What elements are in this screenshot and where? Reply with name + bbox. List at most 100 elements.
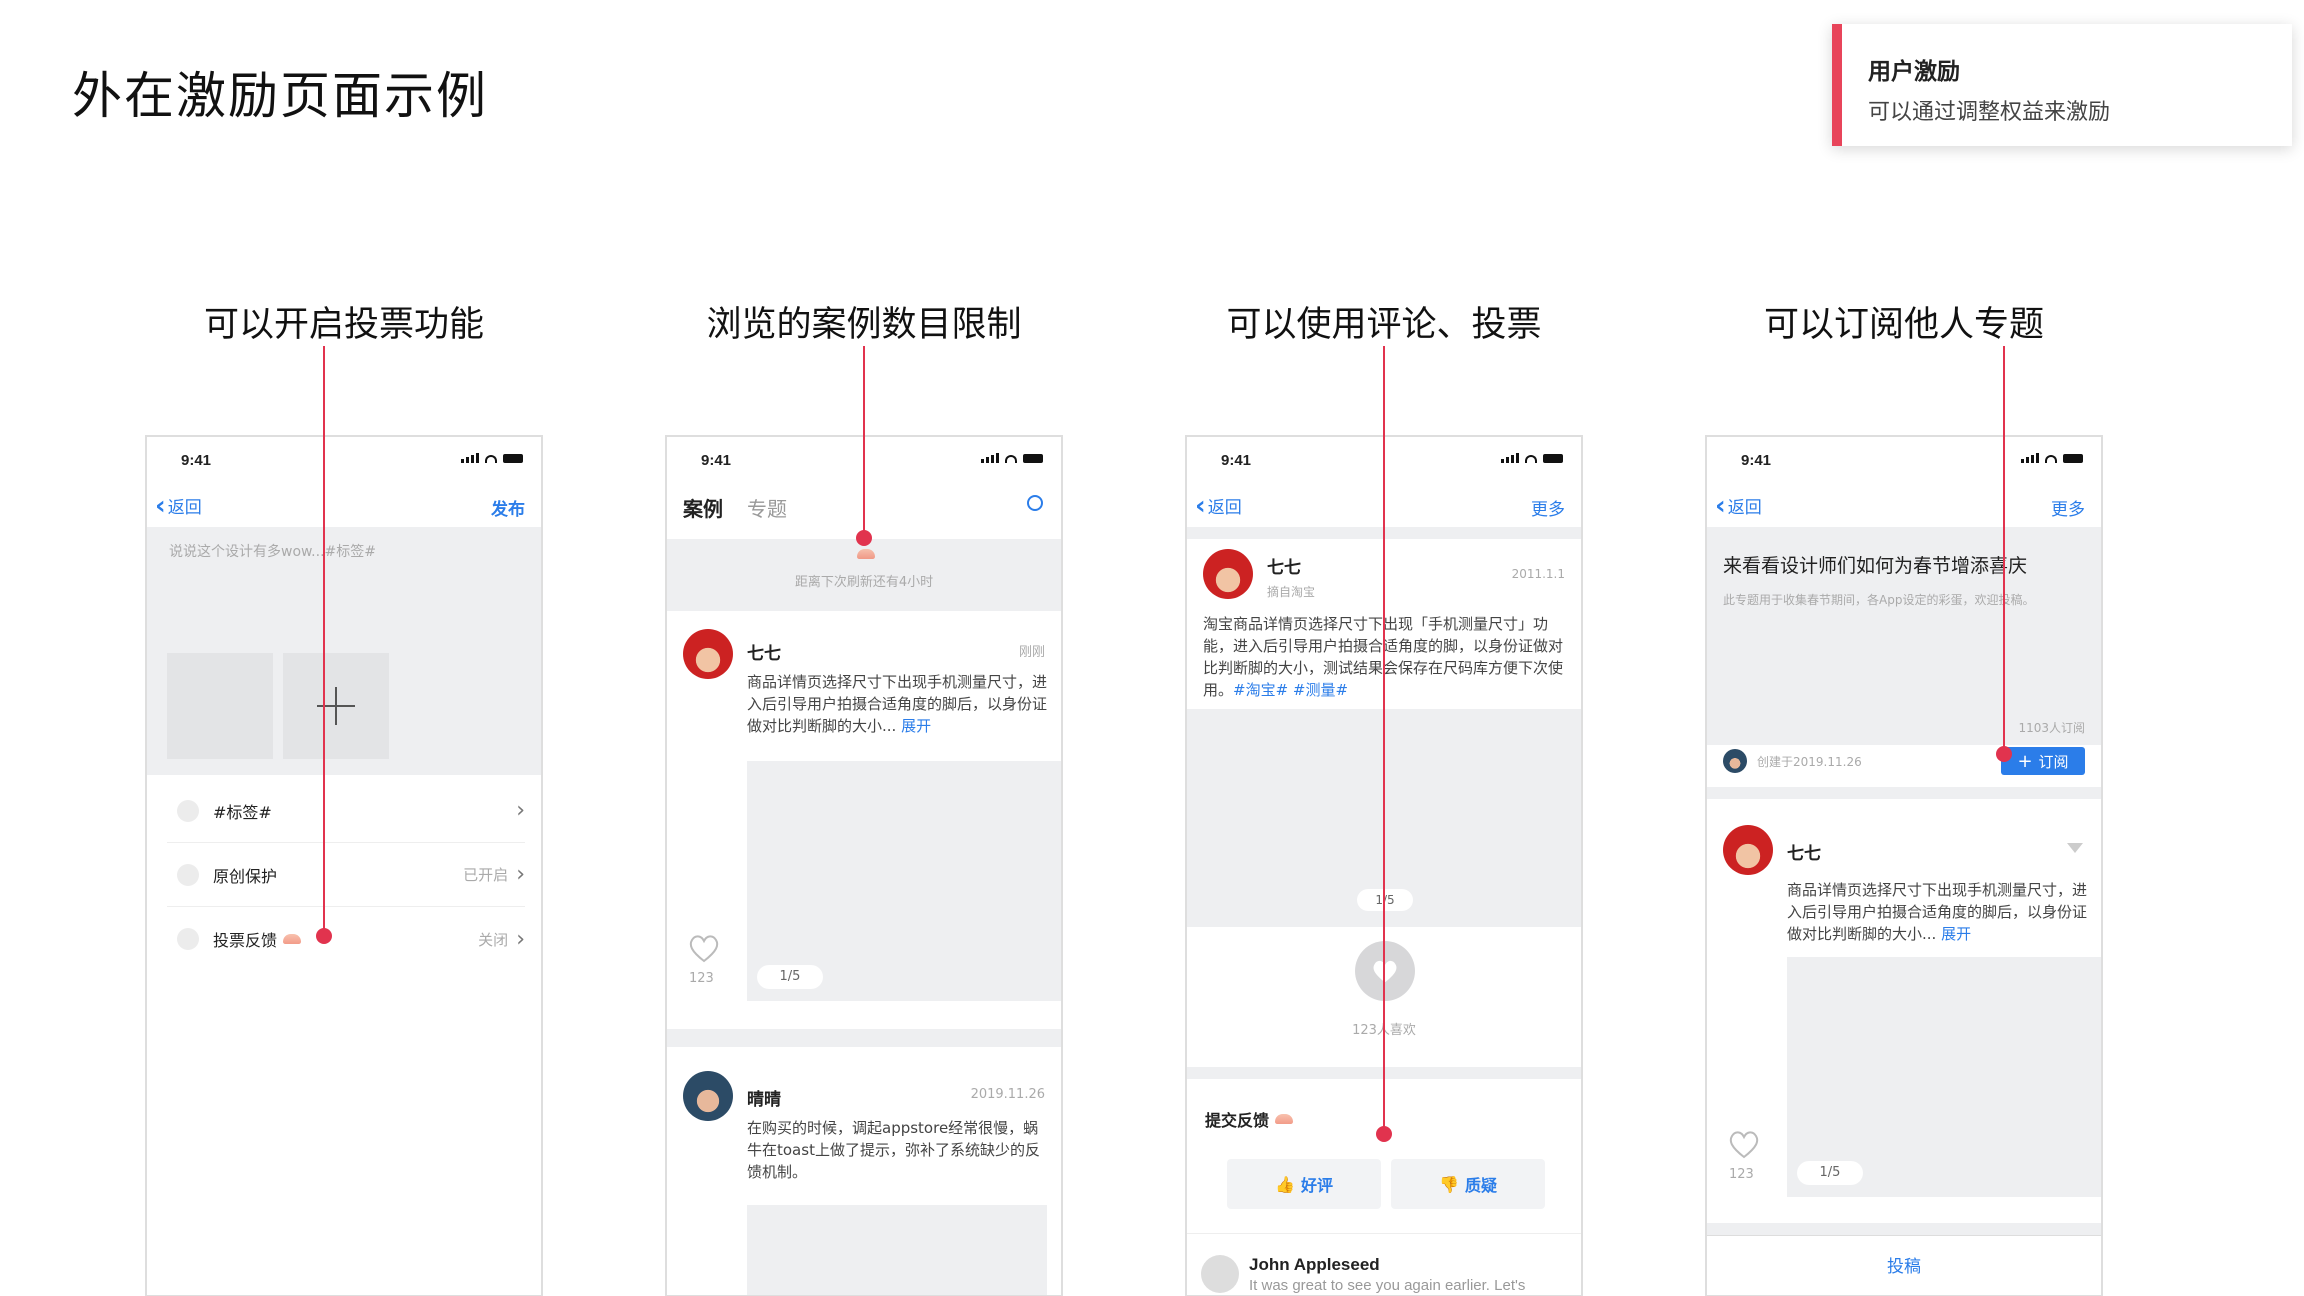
chevron-left-icon: ‹	[1195, 490, 1206, 521]
author-name[interactable]: 七七	[747, 639, 781, 664]
divider	[1707, 787, 2101, 799]
tab-topics[interactable]: 专题	[747, 493, 787, 522]
signal-icon	[2021, 453, 2083, 463]
shield-icon	[177, 863, 199, 886]
vote-icon	[177, 928, 199, 950]
avatar[interactable]	[1201, 1255, 1239, 1293]
setting-row-tag[interactable]: #标签# ›	[167, 779, 525, 843]
nav-bar: ‹ 返回 更多	[1707, 481, 2101, 525]
heart-icon[interactable]	[1727, 1129, 1761, 1159]
back-button[interactable]: ‹ 返回	[1715, 490, 1762, 521]
like-button[interactable]	[1355, 941, 1415, 1001]
refresh-banner: 距离下次刷新还有4小时	[667, 539, 1061, 611]
plus-icon: +	[2017, 750, 2033, 772]
more-button[interactable]: 更多	[1531, 495, 1565, 520]
post-time: 2019.11.26	[970, 1087, 1045, 1102]
flower-icon	[1275, 1114, 1294, 1124]
post-text: 商品详情页选择尺寸下出现手机测量尺寸，进入后引导用户拍摄合适角度的脚后，以身份证…	[1787, 881, 2088, 943]
annotation-line-4	[2003, 346, 2005, 754]
thumbs-down-icon: 👎	[1439, 1174, 1459, 1194]
post-text: 商品详情页选择尺寸下出现手机测量尺寸，进入后引导用户拍摄合适角度的脚后，以身份证…	[747, 673, 1048, 735]
compose-placeholder[interactable]: 说说这个设计有多wow...#标签#	[169, 541, 376, 561]
add-image-button[interactable]	[283, 653, 389, 759]
post-image[interactable]: 1/5	[1787, 957, 2101, 1197]
note-card: 用户激励 可以通过调整权益来激励	[1832, 24, 2292, 146]
heart-icon	[1373, 960, 1397, 983]
phone-publish: 9:41 ‹ 返回 发布 说说这个设计有多wow...#标签# #标签# › 原创…	[145, 435, 543, 1296]
publish-button[interactable]: 发布	[491, 495, 525, 520]
annotation-line-1	[323, 346, 325, 936]
feedback-title: 提交反馈	[1205, 1107, 1294, 1131]
image-pager: 1/5	[1357, 889, 1413, 911]
subscriber-count: 1103人订阅	[2018, 721, 2085, 735]
tab-cases[interactable]: 案例	[683, 493, 723, 522]
doubt-button[interactable]: 👎 质疑	[1391, 1159, 1545, 1209]
more-button[interactable]: 更多	[2051, 495, 2085, 520]
caption-1: 可以开启投票功能	[203, 305, 484, 345]
status-bar: 9:41	[147, 437, 541, 481]
chevron-right-icon: ›	[516, 862, 525, 887]
signal-icon	[1501, 453, 1563, 463]
setting-row-vote[interactable]: 投票反馈 关闭 ›	[167, 907, 525, 971]
status-bar: 9:41	[1707, 437, 2101, 481]
chevron-left-icon: ‹	[1715, 490, 1726, 521]
tag-icon	[177, 799, 199, 822]
annotation-dot-2	[856, 530, 872, 546]
note-subtitle: 可以通过调整权益来激励	[1868, 100, 2111, 125]
thumbs-up-icon: 👍	[1275, 1174, 1295, 1194]
source-text: 摘自淘宝	[1267, 585, 1316, 599]
chevron-left-icon: ‹	[155, 490, 166, 521]
post-time: 刚刚	[1018, 645, 1045, 660]
expand-link[interactable]: 展开	[901, 717, 931, 735]
post-image[interactable]	[747, 1205, 1047, 1295]
back-button[interactable]: ‹ 返回	[155, 490, 202, 521]
post-date: 2011.1.1	[1511, 567, 1565, 581]
like-count: 123	[1729, 1167, 1754, 1182]
search-icon[interactable]	[1027, 495, 1043, 511]
heart-icon[interactable]	[687, 933, 721, 963]
post-image[interactable]: 1/5	[747, 761, 1061, 1001]
author-name[interactable]: 七七	[1267, 553, 1301, 578]
avatar[interactable]	[1203, 549, 1253, 599]
avatar[interactable]	[683, 629, 733, 679]
chevron-right-icon: ›	[516, 926, 525, 952]
divider	[667, 1029, 1061, 1047]
flower-icon	[857, 549, 875, 559]
post-text: 淘宝商品详情页选择尺寸下出现「手机测量尺寸」功能，进入后引导用户拍摄合适角度的脚…	[1203, 615, 1564, 699]
annotation-dot-3	[1376, 1126, 1392, 1142]
setting-row-original[interactable]: 原创保护 已开启 ›	[167, 843, 525, 907]
annotation-dot-1	[316, 928, 332, 944]
nav-bar: ‹ 返回 发布	[147, 481, 541, 525]
annotation-dot-4	[1996, 746, 2012, 762]
avatar[interactable]	[683, 1071, 733, 1121]
image-thumb[interactable]	[167, 653, 273, 759]
author-name[interactable]: 七七	[1787, 839, 1821, 864]
caption-3: 可以使用评论、投票	[1226, 305, 1542, 345]
post-text: 在购买的时候，调起appstore经常很慢，蜗牛在toast上做了提示，弥补了系…	[747, 1119, 1040, 1181]
back-button[interactable]: ‹ 返回	[1195, 490, 1242, 521]
page-title: 外在激励页面示例	[72, 67, 488, 125]
avatar[interactable]	[1723, 825, 1773, 875]
note-title: 用户激励	[1868, 59, 1960, 85]
topic-desc: 此专题用于收集春节期间，各App设定的彩蛋，欢迎投稿。	[1723, 593, 2035, 607]
signal-icon	[461, 453, 523, 463]
tag-links[interactable]: #淘宝# #测量#	[1233, 681, 1348, 699]
contribute-button[interactable]: 投稿	[1707, 1235, 2101, 1295]
created-date: 创建于2019.11.26	[1757, 755, 1862, 769]
like-count: 123	[689, 971, 714, 986]
annotation-line-3	[1383, 346, 1385, 1134]
signal-icon	[981, 453, 1043, 463]
commenter-name[interactable]: John Appleseed	[1249, 1255, 1380, 1275]
image-pager: 1/5	[1797, 1161, 1863, 1185]
good-review-button[interactable]: 👍 好评	[1227, 1159, 1381, 1209]
chevron-right-icon: ›	[516, 798, 525, 823]
image-pager: 1/5	[757, 965, 823, 989]
author-name[interactable]: 晴晴	[747, 1085, 781, 1110]
caption-2: 浏览的案例数目限制	[706, 305, 1022, 345]
phone-cases: 9:41 案例 专题 距离下次刷新还有4小时 七七 刚刚 商品详情页选择尺寸下出…	[665, 435, 1063, 1296]
avatar[interactable]	[1723, 749, 1747, 773]
expand-link[interactable]: 展开	[1941, 925, 1971, 943]
subscribe-button[interactable]: + 订阅	[2001, 747, 2085, 775]
flower-icon	[283, 934, 302, 944]
dropdown-icon[interactable]	[2067, 843, 2083, 853]
